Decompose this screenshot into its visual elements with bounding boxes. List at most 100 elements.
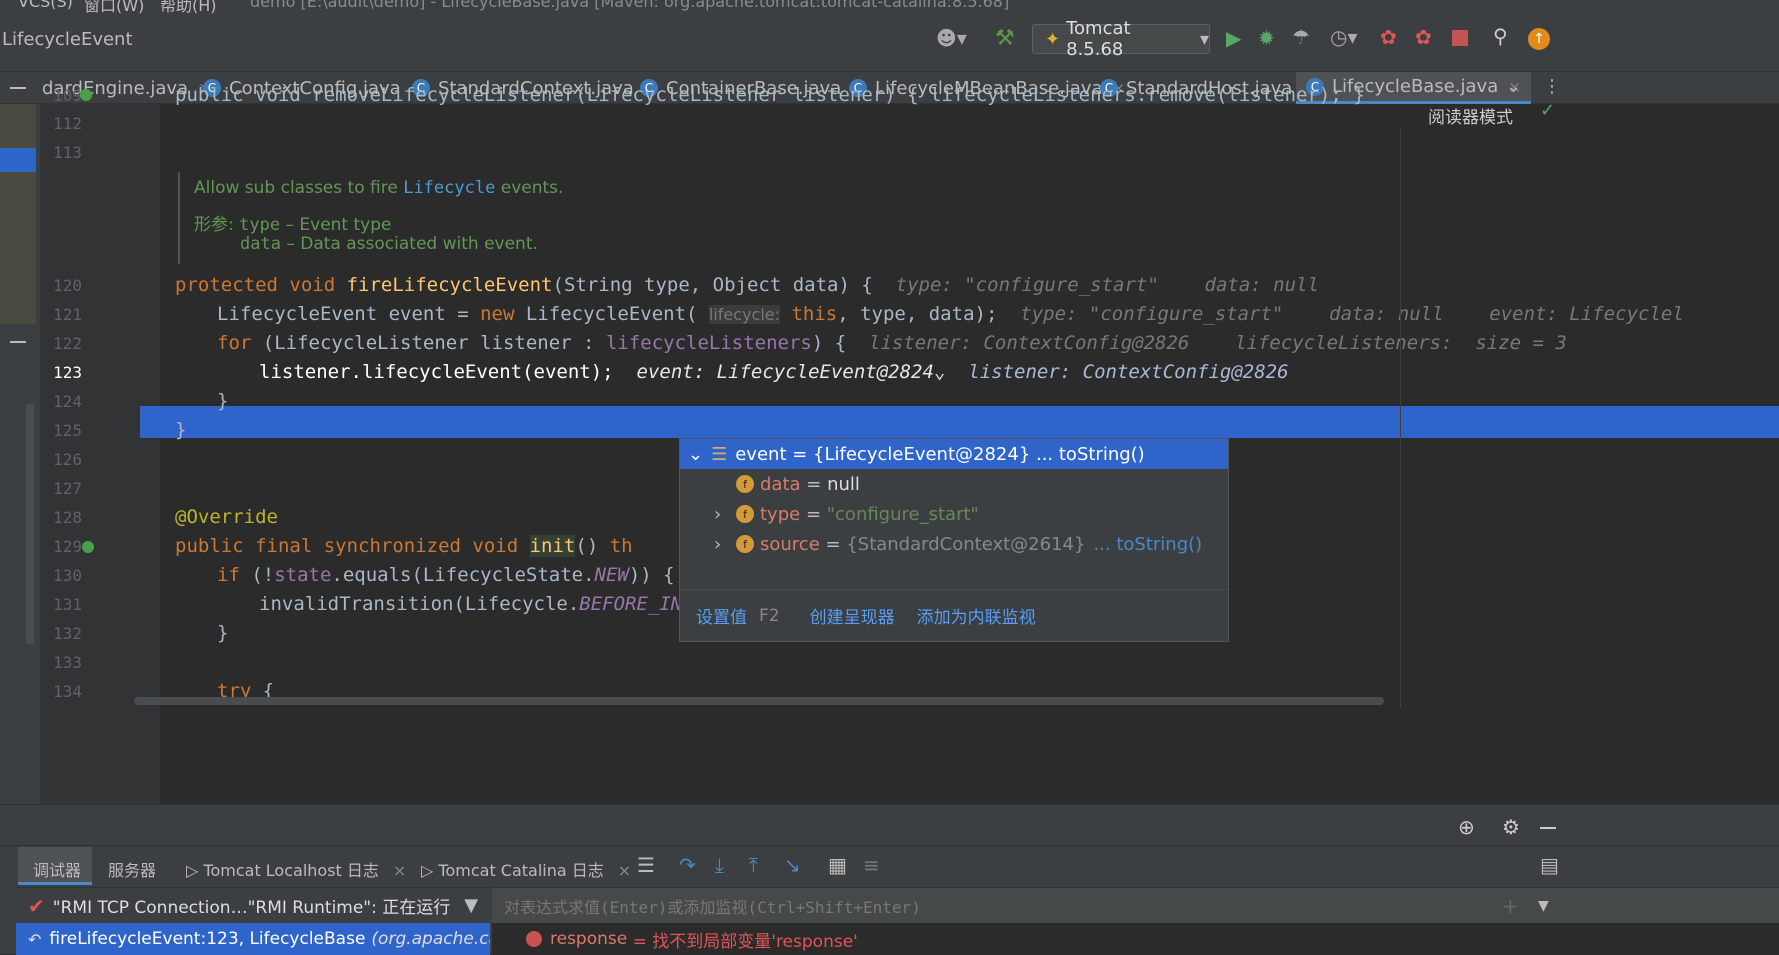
evaluate-input[interactable]: 对表达式求值(Enter)或添加监视(Ctrl+Shift+Enter) xyxy=(504,894,921,918)
shortcut-hint: F2 xyxy=(759,605,780,626)
collapse-icon[interactable] xyxy=(10,341,26,343)
field-eq: = xyxy=(800,473,828,495)
tab-label: LifecycleBase.java xyxy=(1332,76,1499,97)
search-icon[interactable]: ⚲ xyxy=(1493,24,1508,48)
tab-label: LifecycleMBeanBase.java xyxy=(875,77,1103,99)
main-toolbar: LifecycleEvent ☻▾ ⚒ ✦ Tomcat 8.5.68 ▾ ▶ … xyxy=(0,14,1779,72)
menu-vcs[interactable]: VCS(S) xyxy=(18,0,73,11)
profile-icon[interactable]: ◷▾ xyxy=(1330,25,1358,49)
close-icon[interactable]: × xyxy=(618,861,631,880)
attach-debugger-icon[interactable]: ✿ xyxy=(1415,25,1432,49)
left-tool-strip xyxy=(0,104,40,804)
step-over-icon[interactable]: ↷ xyxy=(679,853,696,877)
chevron-down-icon[interactable]: ▼ xyxy=(1538,898,1549,914)
tab-servers[interactable]: 服务器 xyxy=(108,857,156,881)
debug-icon[interactable]: ✹ xyxy=(1258,26,1275,50)
update-running-icon[interactable]: ✿ xyxy=(1380,25,1397,49)
add-watch-icon[interactable]: + xyxy=(1502,894,1519,918)
add-inline-watch-link[interactable]: 添加为内联监视 xyxy=(917,603,1036,628)
to-string-link[interactable]: ... toString() xyxy=(1093,534,1202,555)
stop-icon[interactable] xyxy=(1452,30,1468,46)
run-to-cursor-icon[interactable]: ↘ xyxy=(784,853,801,877)
menu-help[interactable]: 帮助(H) xyxy=(160,0,217,14)
tab-context-config[interactable]: CContextConfig.java× xyxy=(203,72,423,104)
set-value-link[interactable]: 设置值 xyxy=(696,603,747,628)
run-config-selector[interactable]: ✦ Tomcat 8.5.68 ▾ xyxy=(1032,18,1210,60)
breadcrumb[interactable]: LifecycleEvent xyxy=(2,29,133,50)
editor-tabs: dardEngine.java× CContextConfig.java× CS… xyxy=(0,72,1779,104)
popup-row-data[interactable]: f data = null xyxy=(680,469,1228,499)
debug-value-popup: ⌄ ☰ event = {LifecycleEvent@2824} ... to… xyxy=(679,438,1229,642)
field-name: source xyxy=(760,533,820,555)
chevron-down-icon[interactable]: ⌄ xyxy=(1506,76,1521,97)
popup-row-type[interactable]: › f type = "configure_start" xyxy=(680,499,1228,529)
run-icon[interactable]: ▶ xyxy=(1226,26,1241,50)
target-icon[interactable]: ⊕ xyxy=(1458,815,1475,839)
class-icon: C xyxy=(1306,77,1324,96)
tab-lifecycle-mbean-base[interactable]: C LifecycleMBeanBase.java × xyxy=(849,72,1125,104)
tab-label: ContainerBase.java xyxy=(666,77,842,99)
thread-selector[interactable]: ✔ "RMI TCP Connection…"RMI Runtime": 正在运… xyxy=(16,887,507,923)
menu-window[interactable]: 窗口(W) xyxy=(84,0,144,14)
tomcat-icon: ✦ xyxy=(1045,28,1061,50)
step-into-icon[interactable]: ⤓ xyxy=(715,853,724,877)
chevron-down-icon: ▾ xyxy=(1199,28,1209,50)
variable-name: response xyxy=(550,929,628,949)
variable-error: = 找不到局部变量'response' xyxy=(627,931,858,952)
field-eq: = xyxy=(800,503,827,525)
chevron-down-icon[interactable]: ⌄ xyxy=(688,444,703,465)
structure-panel xyxy=(0,104,36,324)
field-icon: f xyxy=(736,475,754,493)
tab-lifecycle-base[interactable]: C LifecycleBase.java × xyxy=(1296,72,1531,104)
thread-label: "RMI TCP Connection…"RMI Runtime": 正在运行 xyxy=(52,898,451,918)
class-icon: C xyxy=(412,79,430,97)
field-value: {StandardContext@2614} xyxy=(846,533,1086,555)
gear-icon[interactable]: ⚙ xyxy=(1502,815,1520,839)
tab-standard-context[interactable]: CStandardContext.java× xyxy=(412,72,656,104)
chevron-right-icon[interactable]: › xyxy=(714,534,728,555)
filter-icon[interactable]: ▼ xyxy=(464,895,478,916)
minimize-icon[interactable] xyxy=(1540,827,1556,829)
console-icon: ▷ xyxy=(186,861,199,880)
object-icon: ☰ xyxy=(711,443,728,465)
field-icon: f xyxy=(736,505,754,523)
scroll-marker xyxy=(0,148,36,172)
popup-row-source[interactable]: › f source = {StandardContext@2614} ... t… xyxy=(680,529,1228,559)
collapse-icon[interactable] xyxy=(10,87,26,89)
tab-localhost-log[interactable]: ▷ Tomcat Localhost 日志 × xyxy=(186,857,406,881)
field-name: data xyxy=(760,473,801,495)
step-out-icon[interactable]: ⤒ xyxy=(749,853,758,877)
menu-bar: VCS(S) 窗口(W) 帮助(H) demo [E:\audit\demo] … xyxy=(0,0,1779,14)
tab-debugger[interactable]: 调试器 xyxy=(33,857,81,881)
run-config-label: Tomcat 8.5.68 xyxy=(1066,18,1131,60)
coverage-icon[interactable]: ☂ xyxy=(1292,25,1310,49)
check-icon: ✔ xyxy=(28,893,45,918)
class-icon: C xyxy=(1100,79,1118,97)
show-execution-point-icon[interactable]: ☰ xyxy=(637,853,655,877)
user-icon[interactable]: ☻▾ xyxy=(936,26,967,50)
close-icon[interactable]: × xyxy=(393,861,406,880)
class-icon: C xyxy=(640,79,658,97)
tab-label: dardEngine.java xyxy=(42,77,189,99)
evaluate-expression-bar[interactable]: 对表达式求值(Enter)或添加监视(Ctrl+Shift+Enter) + ▼ xyxy=(492,887,1779,923)
tab-label: ContextConfig.java xyxy=(229,77,401,99)
update-icon[interactable]: ↑ xyxy=(1528,28,1550,50)
build-hammer-icon[interactable]: ⚒ xyxy=(995,26,1015,51)
tab-label: StandardHost.java xyxy=(1126,77,1293,99)
more-icon[interactable]: ⋮ xyxy=(1543,76,1561,97)
tab-catalina-log[interactable]: ▷ Tomcat Catalina 日志 × xyxy=(421,857,631,881)
layout-icon[interactable]: ▤ xyxy=(1540,853,1559,877)
trace-icon[interactable]: ≡ xyxy=(863,853,880,877)
scrollbar[interactable] xyxy=(26,404,34,644)
popup-root-row[interactable]: ⌄ ☰ event = {LifecycleEvent@2824} ... to… xyxy=(680,439,1228,469)
frame-row-selected[interactable]: ↶ fireLifecycleEvent:123, LifecycleBase … xyxy=(16,923,490,955)
line-gutter xyxy=(40,104,160,804)
tab-standard-host[interactable]: CStandardHost.java× xyxy=(1100,72,1315,104)
evaluate-icon[interactable]: ▦ xyxy=(828,853,847,877)
create-renderer-link[interactable]: 创建呈现器 xyxy=(810,603,895,628)
tab-container-base[interactable]: CContainerBase.java× xyxy=(640,72,864,104)
popup-actions: 设置值 F2 创建呈现器 添加为内联监视 xyxy=(680,589,1228,641)
chevron-right-icon[interactable]: › xyxy=(714,504,728,525)
current-execution-line xyxy=(140,406,1779,438)
tab-standard-engine[interactable]: dardEngine.java× xyxy=(42,72,211,104)
